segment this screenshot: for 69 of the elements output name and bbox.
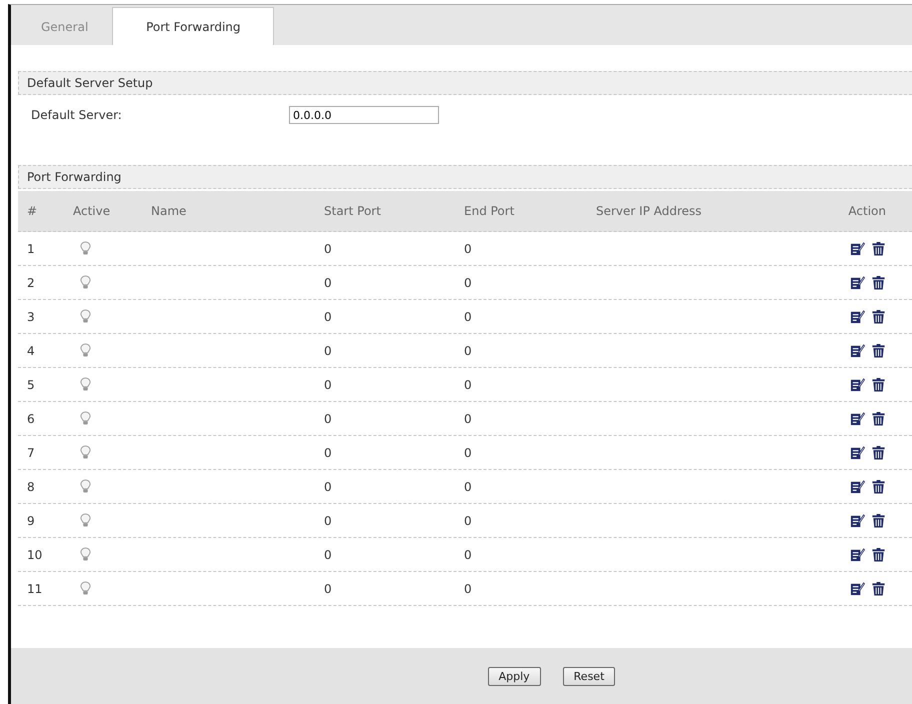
table-cell-text: 0 [324,514,333,528]
table-cell-text: 0 [324,242,333,256]
table-cell-text: 0 [324,412,333,426]
trash-icon[interactable] [871,275,886,290]
table-cell-text: 0 [464,310,473,324]
table-cell-text: 0 [464,242,473,256]
table-cell-text: 0 [324,344,333,358]
column-header: Start Port [324,204,382,218]
table-cell-text: 0 [464,344,473,358]
trash-icon[interactable] [871,445,886,460]
column-header: Name [151,204,188,218]
table-cell-text: 0 [324,310,333,324]
table-cell-text: 9 [26,514,36,528]
table-cell-text: 0 [464,378,473,392]
column-header: Action [847,204,886,218]
field-label: Default Server: [31,108,123,122]
table-cell-text: 10 [26,548,44,562]
edit-icon[interactable] [850,411,865,426]
table-cell-text: 0 [324,548,333,562]
column-header: Server IP Address [596,204,703,218]
trash-icon[interactable] [871,309,886,324]
trash-icon[interactable] [871,241,886,256]
table-cell-text: 6 [26,412,36,426]
table-cell-text: 0 [464,412,473,426]
column-header: Active [72,204,112,218]
edit-icon[interactable] [850,479,865,494]
edit-icon[interactable] [850,309,865,324]
table-cell-text: 3 [26,310,36,324]
table-cell-text: 5 [26,378,36,392]
edit-icon[interactable] [850,241,865,256]
tab[interactable]: Port Forwarding [112,7,274,45]
button[interactable]: Reset [562,666,616,686]
trash-icon[interactable] [871,377,886,392]
edit-icon[interactable] [850,513,865,528]
table-cell-text: 0 [464,446,473,460]
trash-icon[interactable] [871,479,886,494]
table-cell-text: 0 [324,446,333,460]
edit-icon[interactable] [850,343,865,358]
column-header: End Port [464,204,516,218]
table-cell-text: 0 [464,548,473,562]
trash-icon[interactable] [871,581,886,596]
section-header: Port Forwarding [18,165,912,189]
edit-icon[interactable] [850,581,865,596]
table-cell-text: 8 [26,480,36,494]
trash-icon[interactable] [871,411,886,426]
table-cell-text: 0 [464,480,473,494]
table-cell-text: 0 [464,582,473,596]
edit-icon[interactable] [850,445,865,460]
table-cell-text: 0 [464,514,473,528]
table-cell-text: 11 [26,582,44,596]
edit-icon[interactable] [850,275,865,290]
table-cell-text: 0 [324,276,333,290]
trash-icon[interactable] [871,343,886,358]
table-cell-text: 0 [324,582,333,596]
edit-icon[interactable] [850,547,865,562]
table-cell-text: 0 [464,276,473,290]
button[interactable]: Apply [488,666,541,686]
edit-icon[interactable] [850,377,865,392]
table-cell-text: 7 [26,446,36,460]
section-header: Default Server Setup [18,71,912,95]
table-cell-text: 0 [324,378,333,392]
table-cell-text: 1 [26,242,36,256]
trash-icon[interactable] [871,513,886,528]
table-cell-text: 0 [324,480,333,494]
input-field[interactable]: 0.0.0.0 [289,106,439,124]
trash-icon[interactable] [871,547,886,562]
table-cell-text: 4 [26,344,36,358]
table-cell-text: 2 [26,276,36,290]
column-header: # [26,204,38,218]
